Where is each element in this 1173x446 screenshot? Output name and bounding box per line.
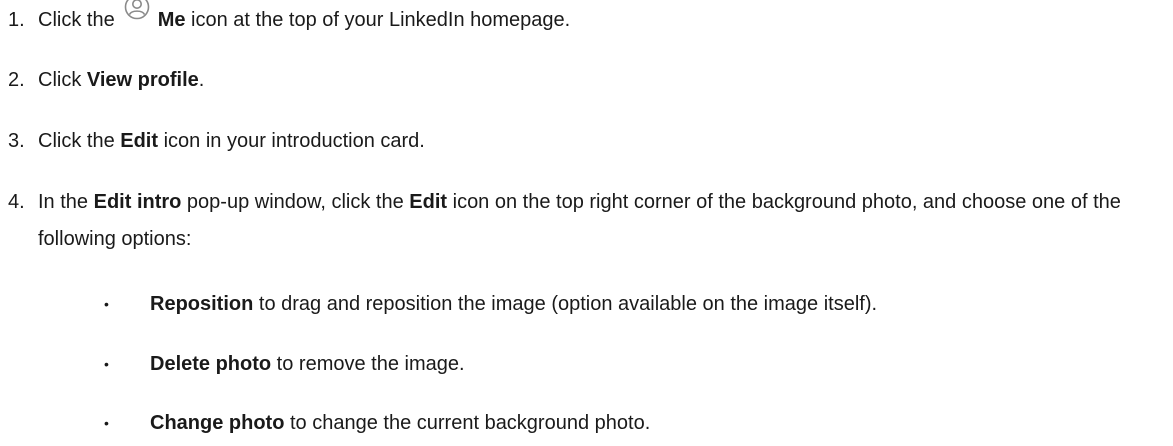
step-text-plain: Click the <box>38 9 115 31</box>
step-text-plain: pop-up window, click the <box>181 191 410 213</box>
bullet-icon: • <box>104 415 109 431</box>
step-text-plain: . <box>198 69 205 91</box>
step-number: 2. <box>8 69 25 91</box>
step-number: 1. <box>8 9 25 31</box>
option-text-plain: to drag and reposition the image (option… <box>253 293 878 315</box>
step-bold: Edit intro <box>93 191 182 213</box>
step-bold: Me <box>157 9 186 31</box>
step-text-plain: icon in your introduction card. <box>158 130 425 152</box>
step-number: 4. <box>8 191 25 213</box>
option-bold: Reposition <box>150 293 254 315</box>
bullet-icon: • <box>104 356 109 372</box>
option-text: Reposition to drag and reposition the im… <box>150 289 877 319</box>
option-bold: Delete photo <box>150 353 272 375</box>
step-text-plain: icon at the top of your LinkedIn homepag… <box>185 9 571 31</box>
step-text-plain: Click <box>38 69 87 91</box>
option-text: Change photo to change the current backg… <box>150 408 650 438</box>
option-text-plain: to remove the image. <box>271 353 465 375</box>
option-text: Delete photo to remove the image. <box>150 349 465 379</box>
step-bold: View profile <box>86 69 199 91</box>
step-bold: Edit <box>120 130 159 152</box>
step-text: Click the Me icon at the top of your Lin… <box>38 0 1173 39</box>
option-bold: Change photo <box>150 412 285 434</box>
me-profile-icon <box>124 0 150 20</box>
step-text-plain: Click the <box>38 130 121 152</box>
option-text-plain: to change the current background photo. <box>284 412 651 434</box>
step-text: Click the Edit icon in your introduction… <box>38 123 1173 160</box>
step-number: 3. <box>8 130 25 152</box>
step-bold: Edit <box>409 191 448 213</box>
bullet-icon: • <box>104 296 109 312</box>
step-text-plain: In the <box>38 191 94 213</box>
step-text: Click View profile. <box>38 62 1173 99</box>
step-text: In the Edit intro pop-up window, click t… <box>38 184 1168 258</box>
